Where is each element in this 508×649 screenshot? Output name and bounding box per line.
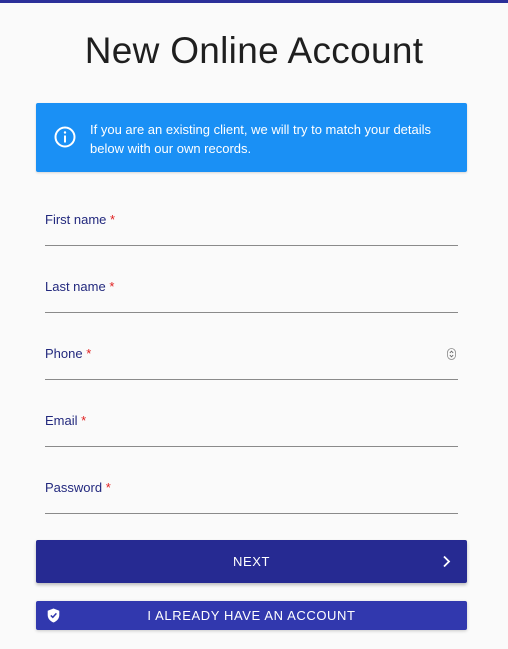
email-field[interactable]: Email * xyxy=(45,407,458,447)
phone-input[interactable] xyxy=(45,362,445,378)
last-name-input[interactable] xyxy=(45,295,445,311)
info-banner: If you are an existing client, we will t… xyxy=(36,103,467,172)
password-field[interactable]: Password * xyxy=(45,474,458,514)
top-accent-bar xyxy=(0,0,508,3)
first-name-input[interactable] xyxy=(45,228,445,244)
first-name-label: First name * xyxy=(45,212,116,227)
next-button-label: NEXT xyxy=(232,554,271,569)
first-name-underline xyxy=(45,245,458,246)
phone-field[interactable]: Phone * xyxy=(45,340,458,380)
info-banner-text: If you are an existing client, we will t… xyxy=(90,122,432,156)
next-button[interactable]: NEXT xyxy=(36,540,467,583)
already-have-account-label: I ALREADY HAVE AN ACCOUNT xyxy=(147,608,356,623)
number-spinner-icon[interactable] xyxy=(447,348,456,360)
password-input[interactable] xyxy=(45,496,445,512)
last-name-field[interactable]: Last name * xyxy=(45,273,458,313)
first-name-field[interactable]: First name * xyxy=(45,206,458,246)
email-label: Email * xyxy=(45,413,87,428)
email-underline xyxy=(45,446,458,447)
phone-label: Phone * xyxy=(45,346,92,361)
info-icon xyxy=(54,126,76,148)
chevron-right-icon xyxy=(443,555,451,568)
password-underline xyxy=(45,513,458,514)
page-title: New Online Account xyxy=(84,30,424,71)
password-label: Password * xyxy=(45,480,111,495)
last-name-underline xyxy=(45,312,458,313)
phone-underline xyxy=(45,379,458,380)
email-input[interactable] xyxy=(45,429,445,445)
already-have-account-button[interactable]: I ALREADY HAVE AN ACCOUNT xyxy=(36,601,467,630)
last-name-label: Last name * xyxy=(45,279,115,294)
